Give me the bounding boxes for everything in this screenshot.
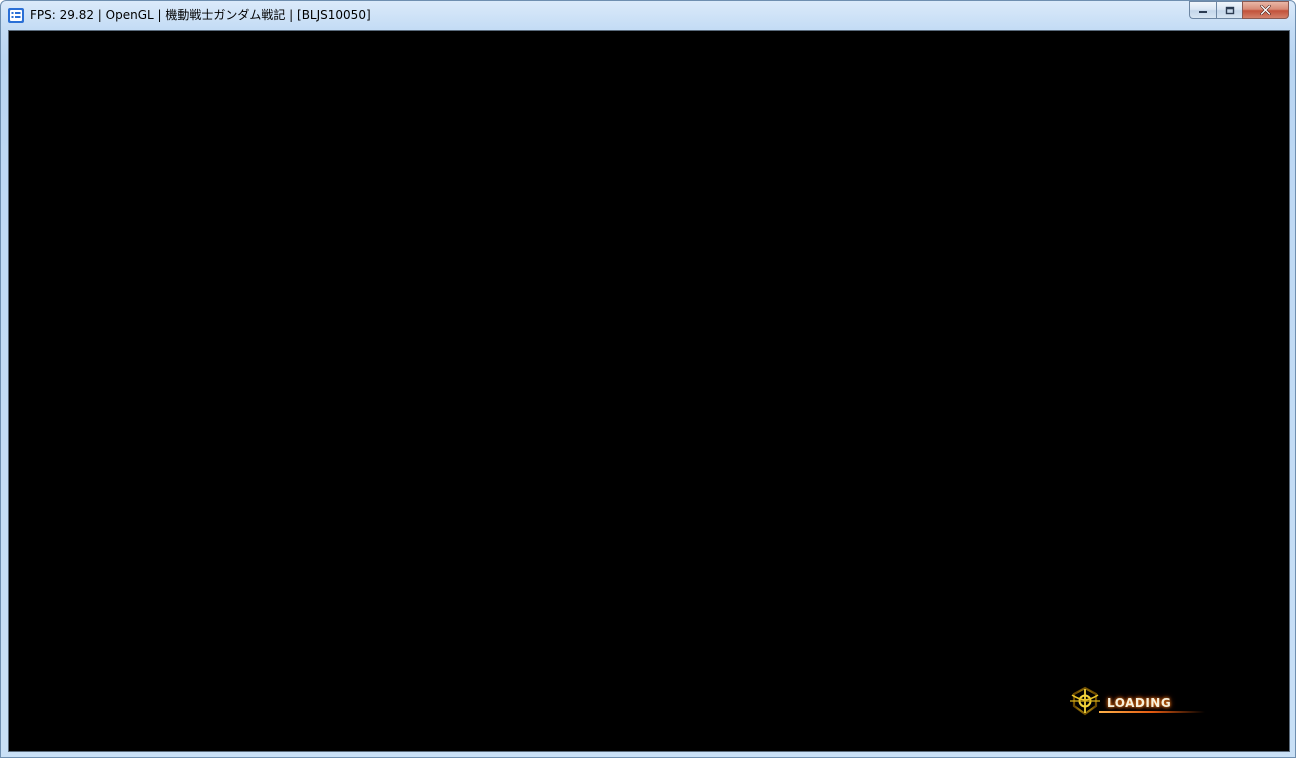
restore-button[interactable]	[1216, 1, 1242, 19]
loading-underline	[1099, 711, 1205, 713]
minimize-icon	[1199, 11, 1207, 13]
zeon-emblem-icon	[1070, 686, 1100, 716]
rpcs3-app-icon	[8, 8, 24, 23]
close-icon	[1260, 5, 1271, 15]
window-title: FPS: 29.82 | OpenGL | 機動戦士ガンダム戦記 | [BLJS…	[30, 8, 371, 22]
close-button[interactable]	[1242, 1, 1289, 19]
emulator-window: FPS: 29.82 | OpenGL | 機動戦士ガンダム戦記 | [BLJS…	[0, 0, 1296, 758]
restore-icon	[1225, 6, 1234, 14]
title-bar[interactable]: FPS: 29.82 | OpenGL | 機動戦士ガンダム戦記 | [BLJS…	[1, 1, 1295, 30]
loading-indicator: LOADING	[1063, 682, 1205, 718]
loading-label: LOADING	[1107, 696, 1172, 710]
minimize-button[interactable]	[1189, 1, 1216, 19]
game-viewport[interactable]: LOADING	[8, 30, 1290, 752]
caption-buttons	[1189, 1, 1289, 21]
